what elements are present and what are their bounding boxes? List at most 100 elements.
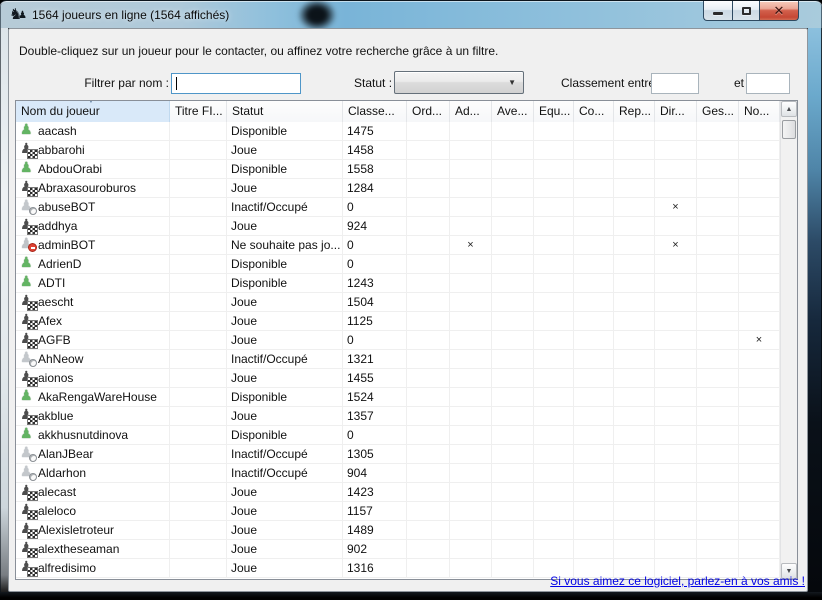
cell-ave [492,274,534,292]
column-header-no[interactable]: No... [739,101,780,122]
cell-ave [492,217,534,235]
green-pawn-icon: ♟ [19,427,35,443]
cell-ad [450,426,492,444]
cell-ad [450,350,492,368]
cell-titre [170,255,227,273]
column-header-ges[interactable]: Ges... [697,101,739,122]
column-header-equ[interactable]: Equ... [534,101,574,122]
cell-ges [697,407,739,425]
cell-name: ♟AhNeow [16,350,170,368]
cell-ave [492,293,534,311]
text-caret [176,77,177,90]
table-row[interactable]: ♟aacashDisponible1475 [16,122,780,141]
pawn-no-entry-icon: ♟ [19,237,35,253]
cell-statut: Joue [227,217,343,235]
scroll-up-button[interactable]: ▲ [781,101,797,117]
cell-ges [697,540,739,558]
cell-dir: × [655,236,697,254]
cell-co [574,369,614,387]
title-bar[interactable]: ♞ ♟ 1564 joueurs en ligne (1564 affichés… [0,0,822,28]
column-header-ad[interactable]: Ad... [450,101,492,122]
filter-name-input[interactable] [171,73,301,94]
cell-name: ♟Abraxasouroburos [16,179,170,197]
cell-ave [492,540,534,558]
cell-statut: Joue [227,141,343,159]
cell-rep [614,331,655,349]
column-header-co[interactable]: Co... [574,101,614,122]
close-button[interactable]: ✕ [760,1,799,21]
green-pawn-icon: ♟ [19,123,35,139]
cell-ges [697,122,739,140]
table-row[interactable]: ♟alecastJoue1423 [16,483,780,502]
cell-equ [534,502,574,520]
cell-ges [697,369,739,387]
cell-ave [492,559,534,577]
cell-ord [407,559,450,577]
table-row[interactable]: ♟adminBOTNe souhaite pas jo...0×× [16,236,780,255]
column-header-titre[interactable]: Titre FI... [170,101,227,122]
table-row[interactable]: ♟abuseBOTInactif/Occupé0× [16,198,780,217]
cell-co [574,217,614,235]
classement-min-input[interactable] [651,73,699,94]
column-header-label: Nom du joueur [21,104,100,118]
cell-statut: Disponible [227,426,343,444]
table-row[interactable]: ♟AkaRengaWareHouseDisponible1524 [16,388,780,407]
minimize-button[interactable] [703,1,732,21]
column-header-ord[interactable]: Ord... [407,101,450,122]
table-row[interactable]: ♟abbarohi Joue1458 [16,141,780,160]
table-row[interactable]: ♟AdrienDDisponible0 [16,255,780,274]
table-row[interactable]: ♟AbdouOrabiDisponible1558 [16,160,780,179]
table-row[interactable]: ♟AGFBJoue0× [16,331,780,350]
cell-titre [170,350,227,368]
table-row[interactable]: ♟AfexJoue1125 [16,312,780,331]
maximize-button[interactable] [732,1,760,21]
cell-classe: 1305 [343,445,407,463]
table-row[interactable]: ♟AlexisletroteurJoue1489 [16,521,780,540]
cell-ord [407,255,450,273]
column-header-statut[interactable]: Statut [227,101,343,122]
table-row[interactable]: ♟ADTIDisponible1243 [16,274,780,293]
cell-ad [450,407,492,425]
player-name: akblue [38,407,73,425]
cell-ad [450,198,492,216]
cell-name: ♟Aldarhon [16,464,170,482]
statut-dropdown[interactable]: ▼ [394,71,524,94]
table-row[interactable]: ♟alelocoJoue1157 [16,502,780,521]
cell-ad [450,388,492,406]
table-row[interactable]: ♟AldarhonInactif/Occupé904 [16,464,780,483]
vertical-scrollbar[interactable]: ▲ ▼ [780,101,797,579]
table-row[interactable]: ♟akkhusnutdinovaDisponible0 [16,426,780,445]
pawn-clock-icon: ♟ [19,465,35,481]
share-link[interactable]: Si vous aimez ce logiciel, parlez-en à v… [550,574,805,588]
cell-no: × [739,331,780,349]
cell-classe: 1458 [343,141,407,159]
classement-max-input[interactable] [746,73,790,94]
cell-name: ♟abbarohi [16,141,170,159]
pawn-checkerboard-icon: ♟ [19,522,35,538]
table-row[interactable]: ♟addhyaJoue924 [16,217,780,236]
cell-ord [407,540,450,558]
column-header-ave[interactable]: Ave... [492,101,534,122]
cell-ave [492,312,534,330]
cell-ord [407,198,450,216]
column-header-name[interactable]: Nom du joueur▼ [16,101,170,122]
table-row[interactable]: ♟AbraxasouroburosJoue1284 [16,179,780,198]
chevron-down-icon: ▼ [508,78,516,87]
cell-rep [614,255,655,273]
cell-dir [655,160,697,178]
table-row[interactable]: ♟AhNeowInactif/Occupé1321 [16,350,780,369]
cell-co [574,445,614,463]
column-header-classe[interactable]: Classe... [343,101,407,122]
column-header-rep[interactable]: Rep... [614,101,655,122]
cell-statut: Disponible [227,122,343,140]
column-header-dir[interactable]: Dir... [655,101,697,122]
table-row[interactable]: ♟aionosJoue1455 [16,369,780,388]
cell-dir [655,388,697,406]
table-row[interactable]: ♟AlanJBearInactif/Occupé1305 [16,445,780,464]
table-row[interactable]: ♟alextheseamanJoue902 [16,540,780,559]
table-row[interactable]: ♟akblueJoue1357 [16,407,780,426]
table-row[interactable]: ♟aeschtJoue1504 [16,293,780,312]
cell-ges [697,445,739,463]
cell-rep [614,350,655,368]
scrollbar-thumb[interactable] [782,120,796,139]
